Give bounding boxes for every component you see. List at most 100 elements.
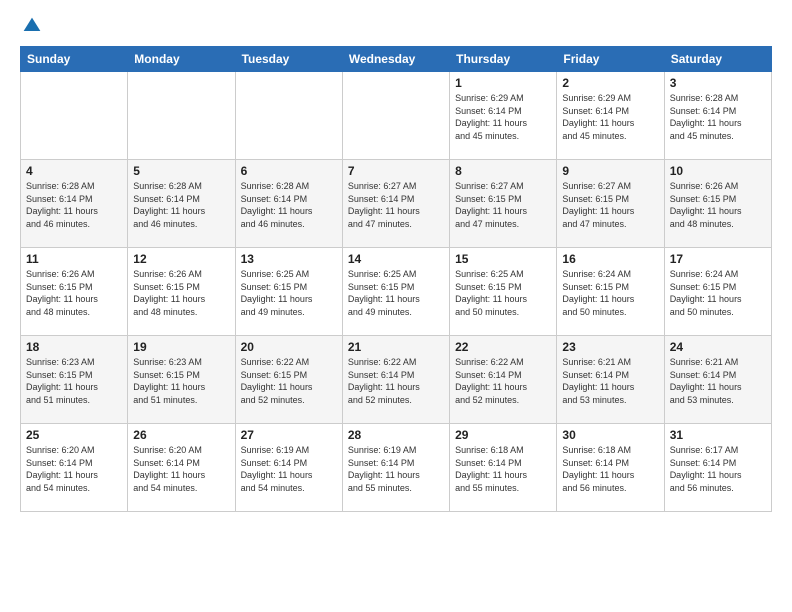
week-row-5: 25Sunrise: 6:20 AM Sunset: 6:14 PM Dayli… — [21, 424, 772, 512]
day-number: 21 — [348, 340, 444, 354]
day-cell: 25Sunrise: 6:20 AM Sunset: 6:14 PM Dayli… — [21, 424, 128, 512]
col-header-saturday: Saturday — [664, 47, 771, 72]
day-number: 30 — [562, 428, 658, 442]
day-number: 5 — [133, 164, 229, 178]
day-info: Sunrise: 6:23 AM Sunset: 6:15 PM Dayligh… — [133, 356, 229, 406]
day-number: 11 — [26, 252, 122, 266]
day-number: 2 — [562, 76, 658, 90]
day-cell: 5 Sunrise: 6:28 AM Sunset: 6:14 PM Daylig… — [128, 160, 235, 248]
day-cell: 20Sunrise: 6:22 AM Sunset: 6:15 PM Dayli… — [235, 336, 342, 424]
day-info: Sunrise: 6:29 AM Sunset: 6:14 PM Dayligh… — [562, 92, 658, 142]
day-number: 28 — [348, 428, 444, 442]
day-info: Sunrise: 6:18 AM Sunset: 6:14 PM Dayligh… — [562, 444, 658, 494]
day-cell — [342, 72, 449, 160]
day-cell: 27Sunrise: 6:19 AM Sunset: 6:14 PM Dayli… — [235, 424, 342, 512]
day-cell: 15 Sunrise: 6:25 AM Sunset: 6:15 PM Dayli… — [450, 248, 557, 336]
day-info: Sunrise: 6:22 AM Sunset: 6:14 PM Dayligh… — [455, 356, 551, 406]
day-number: 8 — [455, 164, 551, 178]
day-info: Sunrise: 6:24 AM Sunset: 6:15 PM Dayligh… — [670, 268, 766, 318]
day-number: 9 — [562, 164, 658, 178]
day-cell: 2 Sunrise: 6:29 AM Sunset: 6:14 PM Daylig… — [557, 72, 664, 160]
day-cell: 23 Sunrise: 6:21 AM Sunset: 6:14 PM Dayli… — [557, 336, 664, 424]
day-info: Sunrise: 6:17 AM Sunset: 6:14 PM Dayligh… — [670, 444, 766, 494]
day-number: 7 — [348, 164, 444, 178]
day-number: 26 — [133, 428, 229, 442]
day-number: 31 — [670, 428, 766, 442]
logo-text — [20, 16, 42, 36]
day-number: 18 — [26, 340, 122, 354]
day-info: Sunrise: 6:25 AM Sunset: 6:15 PM Dayligh… — [241, 268, 337, 318]
day-cell: 26 Sunrise: 6:20 AM Sunset: 6:14 PM Dayli… — [128, 424, 235, 512]
day-number: 10 — [670, 164, 766, 178]
day-number: 20 — [241, 340, 337, 354]
day-info: Sunrise: 6:23 AM Sunset: 6:15 PM Dayligh… — [26, 356, 122, 406]
day-number: 13 — [241, 252, 337, 266]
day-info: Sunrise: 6:26 AM Sunset: 6:15 PM Dayligh… — [26, 268, 122, 318]
day-info: Sunrise: 6:26 AM Sunset: 6:15 PM Dayligh… — [133, 268, 229, 318]
day-info: Sunrise: 6:29 AM Sunset: 6:14 PM Dayligh… — [455, 92, 551, 142]
day-cell: 29 Sunrise: 6:18 AM Sunset: 6:14 PM Dayli… — [450, 424, 557, 512]
day-number: 24 — [670, 340, 766, 354]
day-number: 3 — [670, 76, 766, 90]
day-cell: 31 Sunrise: 6:17 AM Sunset: 6:14 PM Dayli… — [664, 424, 771, 512]
day-info: Sunrise: 6:18 AM Sunset: 6:14 PM Dayligh… — [455, 444, 551, 494]
week-row-2: 4Sunrise: 6:28 AM Sunset: 6:14 PM Daylig… — [21, 160, 772, 248]
day-cell: 28 Sunrise: 6:19 AM Sunset: 6:14 PM Dayli… — [342, 424, 449, 512]
day-cell: 6 Sunrise: 6:28 AM Sunset: 6:14 PM Daylig… — [235, 160, 342, 248]
day-info: Sunrise: 6:27 AM Sunset: 6:14 PM Dayligh… — [348, 180, 444, 230]
day-info: Sunrise: 6:20 AM Sunset: 6:14 PM Dayligh… — [26, 444, 122, 494]
day-cell: 10Sunrise: 6:26 AM Sunset: 6:15 PM Dayli… — [664, 160, 771, 248]
day-info: Sunrise: 6:21 AM Sunset: 6:14 PM Dayligh… — [562, 356, 658, 406]
day-cell: 13 Sunrise: 6:25 AM Sunset: 6:15 PM Dayli… — [235, 248, 342, 336]
day-number: 22 — [455, 340, 551, 354]
day-cell: 8 Sunrise: 6:27 AM Sunset: 6:15 PM Daylig… — [450, 160, 557, 248]
day-info: Sunrise: 6:28 AM Sunset: 6:14 PM Dayligh… — [133, 180, 229, 230]
day-cell — [128, 72, 235, 160]
day-number: 23 — [562, 340, 658, 354]
day-cell: 11 Sunrise: 6:26 AM Sunset: 6:15 PM Dayli… — [21, 248, 128, 336]
page: SundayMondayTuesdayWednesdayThursdayFrid… — [0, 0, 792, 612]
day-cell — [235, 72, 342, 160]
day-info: Sunrise: 6:27 AM Sunset: 6:15 PM Dayligh… — [455, 180, 551, 230]
day-info: Sunrise: 6:20 AM Sunset: 6:14 PM Dayligh… — [133, 444, 229, 494]
day-cell: 3 Sunrise: 6:28 AM Sunset: 6:14 PM Daylig… — [664, 72, 771, 160]
day-number: 1 — [455, 76, 551, 90]
col-header-friday: Friday — [557, 47, 664, 72]
day-number: 16 — [562, 252, 658, 266]
day-number: 29 — [455, 428, 551, 442]
day-cell: 24 Sunrise: 6:21 AM Sunset: 6:14 PM Dayli… — [664, 336, 771, 424]
header-row: SundayMondayTuesdayWednesdayThursdayFrid… — [21, 47, 772, 72]
calendar: SundayMondayTuesdayWednesdayThursdayFrid… — [20, 46, 772, 512]
day-info: Sunrise: 6:25 AM Sunset: 6:15 PM Dayligh… — [348, 268, 444, 318]
day-cell: 17Sunrise: 6:24 AM Sunset: 6:15 PM Dayli… — [664, 248, 771, 336]
day-info: Sunrise: 6:24 AM Sunset: 6:15 PM Dayligh… — [562, 268, 658, 318]
day-cell: 1 Sunrise: 6:29 AM Sunset: 6:14 PM Daylig… — [450, 72, 557, 160]
day-cell: 7 Sunrise: 6:27 AM Sunset: 6:14 PM Daylig… — [342, 160, 449, 248]
week-row-3: 11 Sunrise: 6:26 AM Sunset: 6:15 PM Dayli… — [21, 248, 772, 336]
day-number: 27 — [241, 428, 337, 442]
logo-icon — [22, 16, 42, 36]
day-cell: 18 Sunrise: 6:23 AM Sunset: 6:15 PM Dayli… — [21, 336, 128, 424]
day-info: Sunrise: 6:21 AM Sunset: 6:14 PM Dayligh… — [670, 356, 766, 406]
day-info: Sunrise: 6:28 AM Sunset: 6:14 PM Dayligh… — [241, 180, 337, 230]
day-cell: 14 Sunrise: 6:25 AM Sunset: 6:15 PM Dayli… — [342, 248, 449, 336]
day-number: 19 — [133, 340, 229, 354]
col-header-monday: Monday — [128, 47, 235, 72]
day-info: Sunrise: 6:27 AM Sunset: 6:15 PM Dayligh… — [562, 180, 658, 230]
col-header-tuesday: Tuesday — [235, 47, 342, 72]
day-cell: 4Sunrise: 6:28 AM Sunset: 6:14 PM Daylig… — [21, 160, 128, 248]
day-info: Sunrise: 6:25 AM Sunset: 6:15 PM Dayligh… — [455, 268, 551, 318]
day-number: 14 — [348, 252, 444, 266]
week-row-1: 1 Sunrise: 6:29 AM Sunset: 6:14 PM Daylig… — [21, 72, 772, 160]
day-info: Sunrise: 6:22 AM Sunset: 6:14 PM Dayligh… — [348, 356, 444, 406]
day-info: Sunrise: 6:28 AM Sunset: 6:14 PM Dayligh… — [670, 92, 766, 142]
logo — [20, 16, 42, 36]
day-cell — [21, 72, 128, 160]
day-cell: 30 Sunrise: 6:18 AM Sunset: 6:14 PM Dayli… — [557, 424, 664, 512]
day-number: 15 — [455, 252, 551, 266]
col-header-thursday: Thursday — [450, 47, 557, 72]
day-cell: 21 Sunrise: 6:22 AM Sunset: 6:14 PM Dayli… — [342, 336, 449, 424]
day-cell: 22 Sunrise: 6:22 AM Sunset: 6:14 PM Dayli… — [450, 336, 557, 424]
day-info: Sunrise: 6:19 AM Sunset: 6:14 PM Dayligh… — [348, 444, 444, 494]
day-number: 6 — [241, 164, 337, 178]
